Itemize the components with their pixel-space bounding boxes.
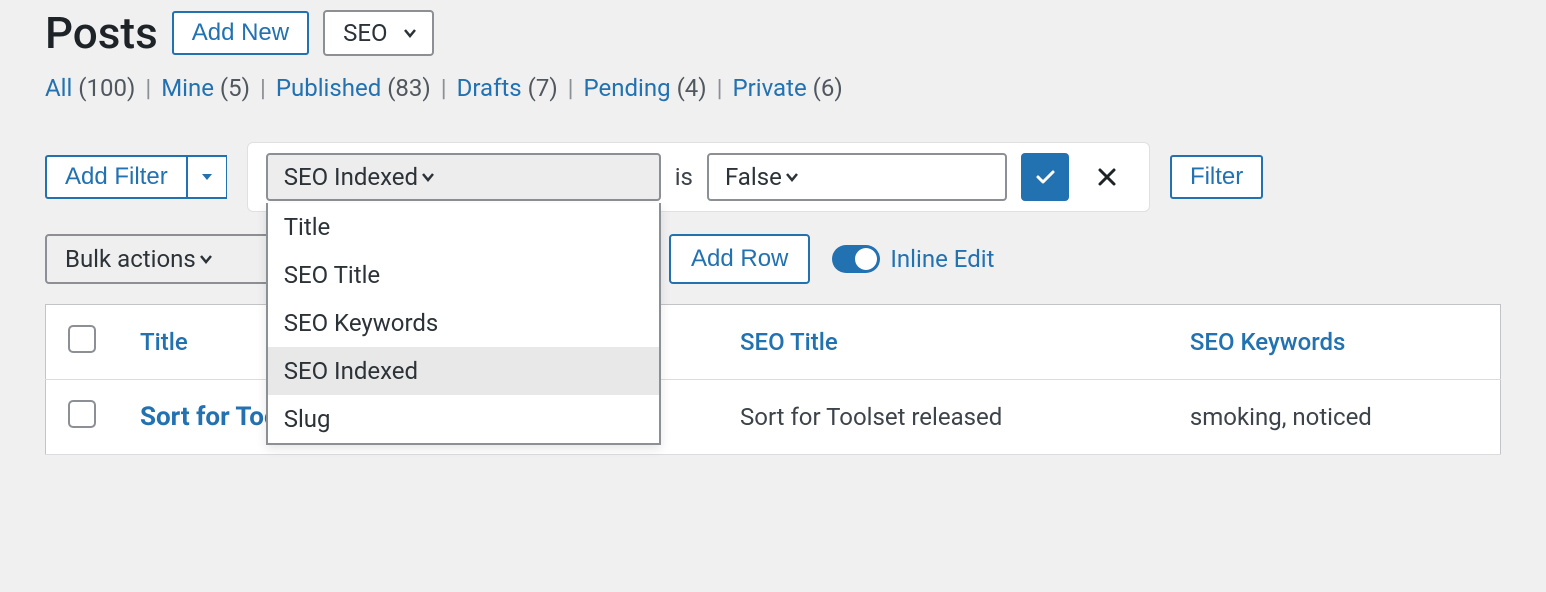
page-title: Posts	[45, 11, 158, 55]
chevron-down-icon	[418, 167, 438, 187]
status-link-published[interactable]: Published	[276, 74, 381, 102]
cell-seo-title: Sort for Toolset released	[718, 380, 1168, 455]
bulk-actions-value: Bulk actions	[65, 245, 196, 273]
separator: |	[141, 74, 155, 102]
dropdown-option-title[interactable]: Title	[268, 203, 659, 251]
confirm-filter-button[interactable]	[1021, 153, 1069, 201]
chevron-down-icon	[782, 167, 802, 187]
select-all-checkbox[interactable]	[68, 325, 96, 353]
inline-edit-label: Inline Edit	[890, 245, 994, 273]
status-count: (83)	[387, 74, 431, 102]
row-checkbox[interactable]	[68, 400, 96, 428]
column-header-seo-keywords[interactable]: SEO Keywords	[1190, 328, 1345, 356]
add-new-button[interactable]: Add New	[172, 11, 309, 55]
filter-button[interactable]: Filter	[1170, 155, 1263, 199]
status-count: (6)	[813, 74, 843, 102]
status-count: (7)	[528, 74, 558, 102]
status-filter-links: All (100) | Mine (5) | Published (83) | …	[45, 74, 1501, 102]
check-icon	[1033, 165, 1057, 189]
close-icon	[1096, 166, 1118, 188]
separator: |	[437, 74, 451, 102]
cell-seo-keywords: smoking, noticed	[1168, 380, 1501, 455]
table-row: Sort for Tools Sort for Toolset released…	[46, 380, 1501, 455]
chevron-down-icon	[400, 23, 420, 43]
filter-field-dropdown: Title SEO Title SEO Keywords SEO Indexed…	[266, 203, 661, 445]
status-count: (100)	[78, 74, 135, 102]
status-link-mine[interactable]: Mine	[161, 74, 214, 102]
filter-field-value: SEO Indexed	[284, 163, 418, 191]
status-count: (5)	[220, 74, 250, 102]
separator: |	[256, 74, 270, 102]
dropdown-option-seo-title[interactable]: SEO Title	[268, 251, 659, 299]
status-count: (4)	[677, 74, 707, 102]
dropdown-option-slug[interactable]: Slug	[268, 395, 659, 443]
view-select-value: SEO	[343, 19, 387, 47]
chevron-down-icon	[196, 249, 216, 269]
inline-edit-toggle[interactable]	[832, 245, 880, 273]
add-row-button[interactable]: Add Row	[669, 234, 810, 284]
dropdown-option-seo-indexed[interactable]: SEO Indexed	[268, 347, 659, 395]
status-link-drafts[interactable]: Drafts	[457, 74, 522, 102]
filter-value-select[interactable]: False	[707, 153, 1007, 201]
posts-table: Title SEO Title SEO Keywords Sort for To…	[45, 304, 1501, 455]
column-header-title[interactable]: Title	[140, 328, 188, 356]
status-link-all[interactable]: All	[45, 74, 72, 102]
status-link-private[interactable]: Private	[732, 74, 806, 102]
toggle-knob-icon	[855, 248, 877, 270]
filter-value: False	[725, 163, 782, 191]
filter-expression: SEO Indexed Title SEO Title SEO Keywords…	[247, 142, 1150, 212]
add-filter-dropdown-button[interactable]	[187, 155, 227, 199]
filter-field-select[interactable]: SEO Indexed Title SEO Title SEO Keywords…	[266, 153, 661, 201]
dropdown-option-seo-keywords[interactable]: SEO Keywords	[268, 299, 659, 347]
column-header-seo-title[interactable]: SEO Title	[740, 328, 838, 356]
separator: |	[713, 74, 727, 102]
view-select[interactable]: SEO	[323, 10, 433, 56]
add-filter-button[interactable]: Add Filter	[45, 155, 187, 199]
separator: |	[564, 74, 578, 102]
bulk-actions-select[interactable]: Bulk actions	[45, 234, 285, 284]
caret-down-icon	[200, 170, 214, 184]
status-link-pending[interactable]: Pending	[584, 74, 671, 102]
cancel-filter-button[interactable]	[1083, 153, 1131, 201]
filter-operator: is	[675, 163, 693, 191]
